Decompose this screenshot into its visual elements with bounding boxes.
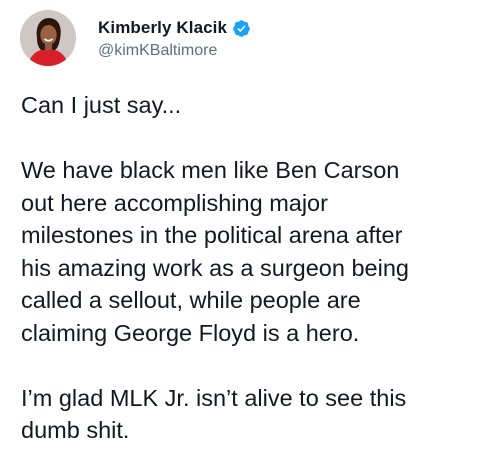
name-row: Kimberly Klacik — [98, 16, 251, 40]
tweet-text: Can I just say... We have black men like… — [21, 89, 491, 447]
profile-photo-icon — [20, 10, 76, 66]
verified-badge-icon — [232, 19, 251, 38]
tweet-header: Kimberly Klacik @kimKBaltimore — [20, 9, 251, 67]
avatar[interactable] — [20, 10, 76, 66]
tweet-card: Kimberly Klacik @kimKBaltimore Can I jus… — [0, 0, 500, 470]
tweet-paragraph: I’m glad MLK Jr. isn’t alive to see this… — [21, 382, 491, 447]
author-handle[interactable]: @kimKBaltimore — [98, 42, 251, 60]
tweet-line: called a sellout, while people are — [21, 287, 361, 313]
tweet-line: dumb shit. — [21, 417, 130, 443]
tweet-line: Can I just say... — [21, 92, 182, 118]
tweet-paragraph: Can I just say... — [21, 89, 491, 122]
author-names: Kimberly Klacik @kimKBaltimore — [98, 16, 251, 60]
tweet-line: I’m glad MLK Jr. isn’t alive to see this — [21, 384, 407, 411]
tweet-paragraph: We have black men like Ben Carson out he… — [21, 154, 491, 349]
author-display-name[interactable]: Kimberly Klacik — [98, 18, 227, 38]
tweet-line: We have black men like Ben Carson — [21, 157, 400, 183]
tweet-line: his amazing work as a surgeon being — [21, 254, 409, 281]
tweet-line: milestones in the political arena after — [21, 222, 403, 248]
tweet-line: claiming George Floyd is a hero. — [21, 319, 360, 346]
tweet-line: out here accomplishing major — [21, 189, 328, 216]
